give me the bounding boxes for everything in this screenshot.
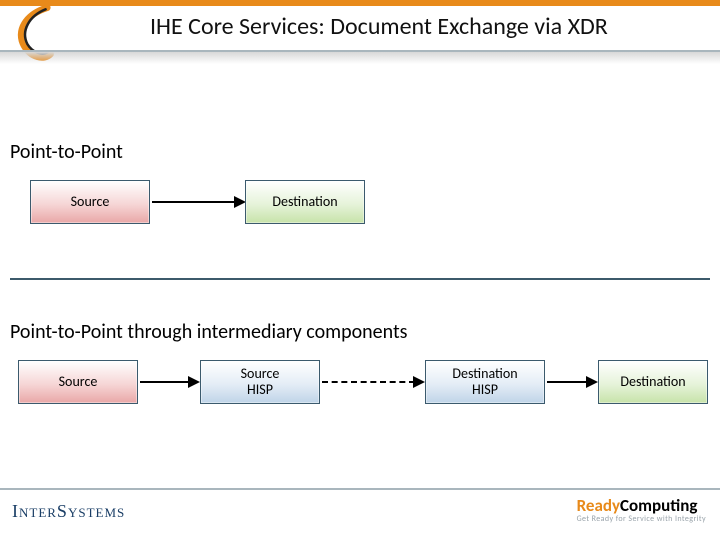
box-label: Source [71,194,110,210]
slide: IHE Core Services: Document Exchange via… [0,0,720,540]
section-divider [10,278,710,280]
header-accent-bar [0,0,720,6]
header-shadow [0,52,720,64]
arrow-right-icon [413,376,425,388]
ready-word: Ready [577,495,620,516]
destination-node: Destination [598,360,708,404]
source-node: Source [18,360,138,404]
section-2-heading: Point-to-Point through intermediary comp… [10,320,407,344]
destination-node: Destination [245,180,365,224]
source-node: Source [30,180,150,224]
intersystems-logo-text: InterSystems [12,501,125,522]
box-label: Source HISP [241,366,280,398]
source-hisp-node: Source HISP [200,360,320,404]
box-label: Destination HISP [452,366,517,398]
box-label: Source [59,374,98,390]
connector-dashed [322,381,415,383]
computing-word: Computing [620,495,697,516]
connector [140,381,190,383]
arrow-right-icon [188,376,200,388]
ready-computing-name: ReadyComputing [577,495,706,516]
destination-hisp-node: Destination HISP [425,360,545,404]
ready-computing-logo: ReadyComputing Get Ready for Service wit… [577,495,706,524]
arrow-right-icon [586,376,598,388]
connector [547,381,588,383]
section-1-heading: Point-to-Point [10,140,123,164]
slide-title: IHE Core Services: Document Exchange via… [150,12,608,41]
box-label: Destination [272,194,337,210]
footer-rule [0,488,720,490]
box-label: Destination [620,374,685,390]
ready-computing-tagline: Get Ready for Service with Integrity [577,514,706,524]
connector [152,201,236,203]
